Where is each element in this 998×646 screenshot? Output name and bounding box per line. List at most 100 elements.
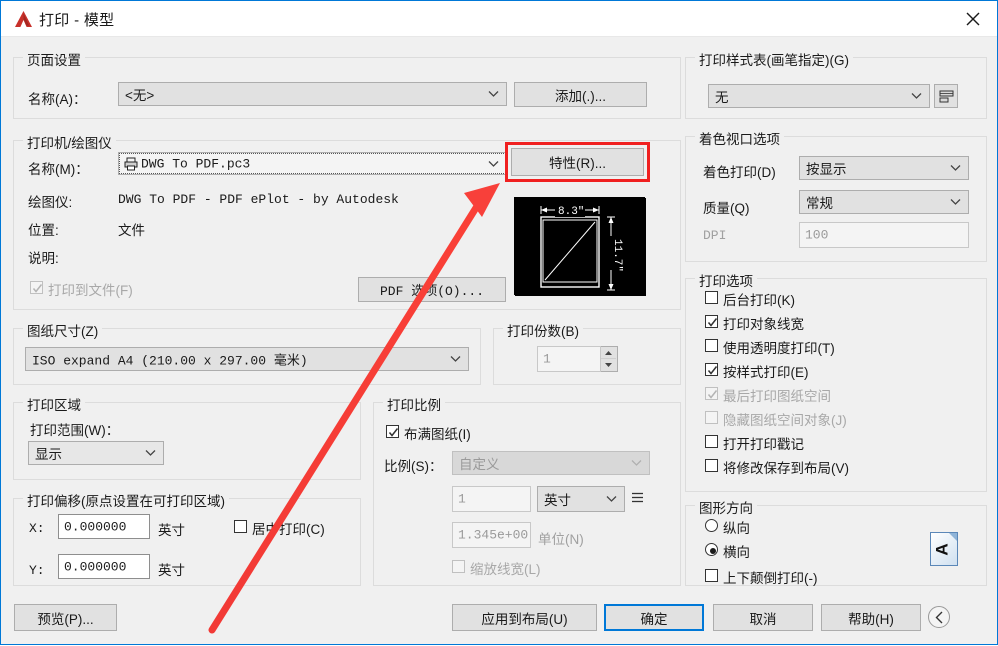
cancel-button[interactable]: 取消 [713, 604, 813, 631]
paper-preview: 8.3″ 11.7″ [514, 197, 646, 296]
location-value: 文件 [118, 223, 145, 238]
chevron-down-icon [631, 456, 642, 471]
chevron-down-icon [911, 89, 922, 104]
scale-value: 自定义 [459, 457, 500, 472]
plotter-value: DWG To PDF - PDF ePlot - by Autodesk [118, 192, 399, 207]
chevron-left-circle-icon [935, 611, 944, 627]
stepper-down-icon[interactable] [601, 359, 616, 371]
orientation-landscape-label: 横向 [723, 545, 750, 560]
hamburger-icon[interactable] [631, 491, 644, 507]
checkbox-box [705, 435, 718, 448]
plot-area-title: 打印区域 [23, 394, 85, 414]
plot-option-label: 打印对象线宽 [723, 317, 804, 332]
plot-range-label: 打印范围(W)： [30, 423, 120, 438]
plotter-label: 绘图仪: [28, 195, 73, 210]
preview-button[interactable]: 预览(P)... [14, 604, 117, 631]
scale-denominator-input[interactable]: 1.345e+00 [452, 522, 531, 548]
shade-plot-label: 着色打印(D) [703, 165, 776, 180]
apply-to-layout-button[interactable]: 应用到布局(U) [452, 604, 597, 631]
chevron-down-icon [450, 352, 461, 367]
quality-label: 质量(Q) [703, 201, 750, 216]
offset-x-label: X: [29, 521, 45, 536]
offset-y-label: Y: [29, 563, 45, 578]
radio-circle [705, 519, 718, 532]
dpi-value: 100 [805, 227, 829, 243]
copies-title: 打印份数(B) [503, 320, 583, 340]
checkbox-box [705, 363, 718, 376]
checkbox-box [705, 291, 718, 304]
autocad-logo-icon [14, 10, 33, 28]
check-icon [707, 364, 718, 379]
preview-width-label: 8.3″ [558, 206, 584, 218]
dpi-label: DPI [703, 228, 727, 243]
offset-y-value: 0.000000 [64, 559, 127, 574]
offset-x-unit: 英寸 [158, 523, 185, 538]
plot-offset-title: 打印偏移(原点设置在可打印区域) [23, 490, 229, 510]
printer-name-combo[interactable]: DWG To PDF.pc3 [118, 152, 507, 175]
check-icon [707, 388, 718, 403]
radio-dot [709, 547, 716, 554]
check-icon [707, 316, 718, 331]
plot-options-title: 打印选项 [695, 270, 757, 290]
plot-scale-title: 打印比例 [383, 394, 445, 414]
quality-combo[interactable]: 常规 [799, 190, 969, 214]
window-title: 打印 - 模型 [39, 12, 115, 29]
scale-label: 比例(S)： [384, 459, 443, 474]
copies-input[interactable]: 1 [537, 346, 601, 372]
checkbox-box [452, 560, 465, 573]
scale-denominator-unit: 单位(N) [538, 532, 584, 547]
print-to-file-label: 打印到文件(F) [48, 283, 133, 298]
plot-range-combo[interactable]: 显示 [28, 441, 164, 465]
close-icon [966, 12, 980, 26]
scale-combo[interactable]: 自定义 [452, 451, 650, 475]
paper-size-value: ISO expand A4 (210.00 x 297.00 毫米) [32, 353, 308, 369]
chevron-down-icon [488, 156, 499, 171]
scale-unit-value: 英寸 [544, 493, 571, 508]
add-page-setup-button[interactable]: 添加(.)... [514, 82, 647, 107]
plot-style-combo[interactable]: 无 [708, 84, 930, 108]
paper-size-title: 图纸尺寸(Z) [23, 320, 103, 340]
close-button[interactable] [951, 1, 997, 36]
scale-numerator-value: 1 [458, 491, 466, 507]
printer-name-value: DWG To PDF.pc3 [141, 156, 251, 171]
plot-style-value: 无 [715, 90, 729, 105]
offset-x-value: 0.000000 [64, 519, 127, 534]
copies-stepper[interactable] [601, 346, 618, 372]
plot-style-editor-button[interactable] [934, 84, 958, 108]
scale-unit-combo[interactable]: 英寸 [537, 486, 625, 512]
pdf-options-button[interactable]: PDF 选项(O)... [358, 277, 506, 302]
scale-numerator-input[interactable]: 1 [452, 486, 531, 512]
page-setup-name-label: 名称(A)： [28, 92, 87, 107]
stepper-up-icon[interactable] [601, 347, 616, 359]
plot-option-label: 使用透明度打印(T) [723, 341, 835, 356]
page-setup-name-combo[interactable]: <无> [118, 82, 507, 106]
help-button[interactable]: 帮助(H) [821, 604, 921, 631]
quality-value: 常规 [806, 196, 833, 211]
checkbox-box [705, 569, 718, 582]
properties-button[interactable]: 特性(R)... [511, 148, 644, 176]
landscape-page-icon: A [930, 532, 958, 566]
plot-style-editor-icon [939, 89, 954, 107]
page-setup-name-value: <无> [125, 88, 155, 103]
printer-icon [124, 157, 138, 175]
letter-a-glyph: A [932, 543, 952, 556]
plot-option-label: 按样式打印(E) [723, 365, 809, 380]
page-setup-title: 页面设置 [23, 49, 85, 69]
paper-size-combo[interactable]: ISO expand A4 (210.00 x 297.00 毫米) [25, 347, 469, 371]
offset-x-input[interactable]: 0.000000 [58, 514, 150, 539]
plot-option-label: 隐藏图纸空间对象(J) [723, 413, 847, 428]
chevron-down-icon [950, 161, 961, 176]
chevron-down-icon [145, 446, 156, 461]
orientation-upside-down-label: 上下颠倒打印(-) [723, 571, 818, 586]
collapse-button[interactable] [928, 606, 950, 628]
title-bar: 打印 - 模型 [1, 1, 997, 37]
checkbox-box [705, 387, 718, 400]
plot-dialog-window: 打印 - 模型 页面设置 名称(A)： <无> 添加(.)... 打印机/绘图仪… [0, 0, 998, 645]
fit-to-paper-label: 布满图纸(I) [404, 427, 471, 442]
ok-button[interactable]: 确定 [604, 604, 704, 631]
offset-y-input[interactable]: 0.000000 [58, 554, 150, 579]
shade-plot-combo[interactable]: 按显示 [799, 156, 969, 180]
offset-y-unit: 英寸 [158, 563, 185, 578]
dpi-input[interactable]: 100 [799, 222, 969, 248]
chevron-down-icon [606, 492, 617, 507]
